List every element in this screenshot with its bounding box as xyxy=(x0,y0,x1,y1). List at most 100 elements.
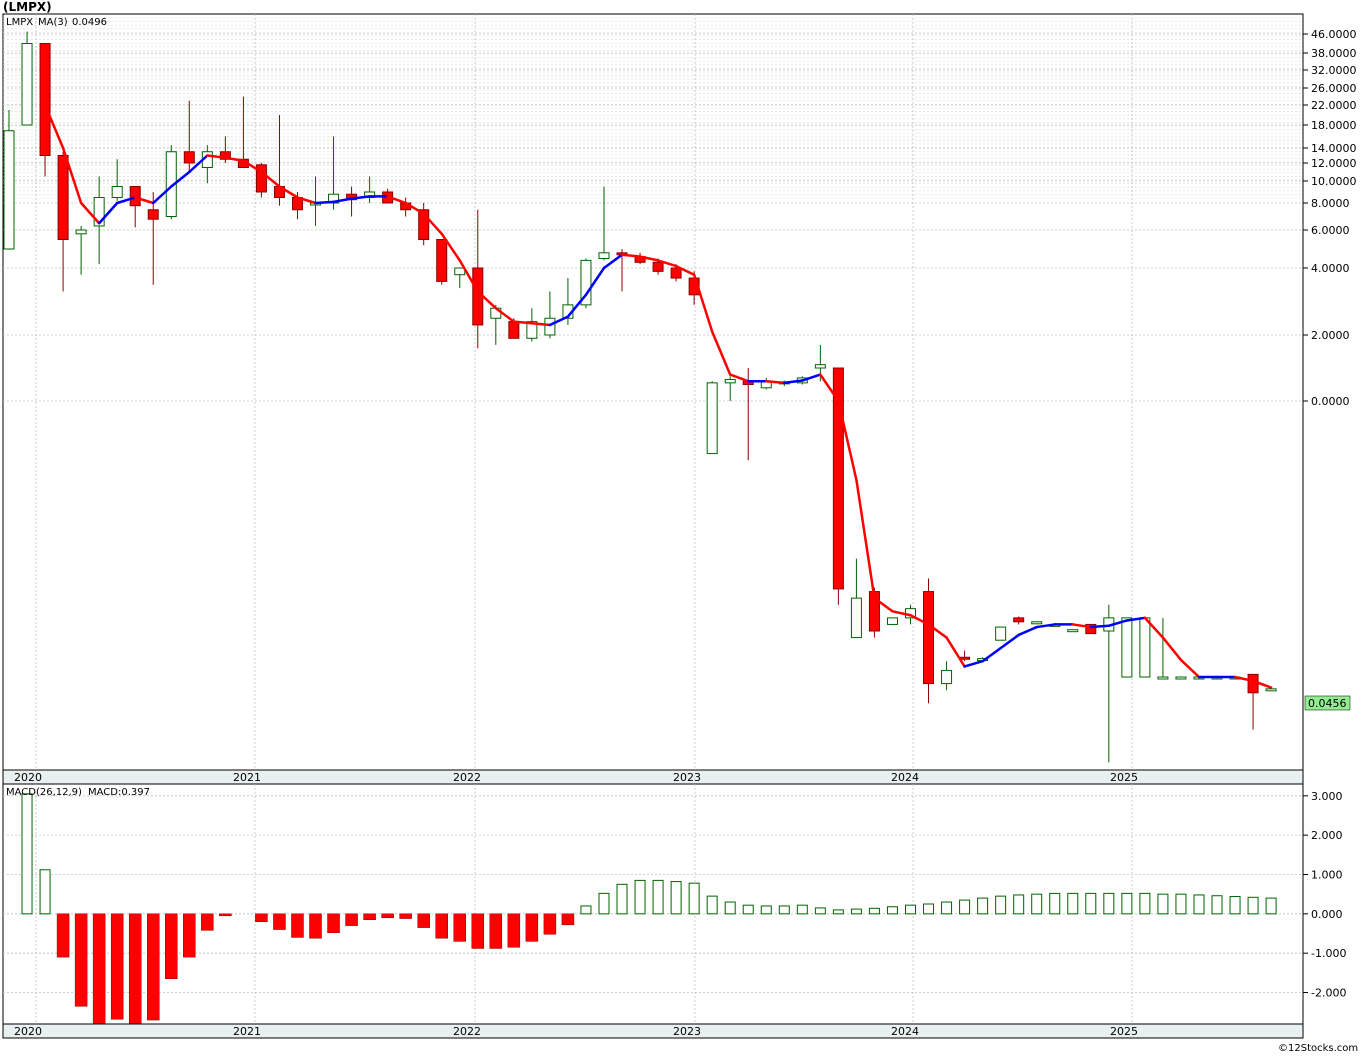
candle-body xyxy=(75,229,87,235)
chart-title: (LMPX) xyxy=(3,0,52,14)
macd-bar xyxy=(1157,893,1169,915)
candle-body xyxy=(508,321,520,339)
macd-bar xyxy=(543,913,557,935)
macd-bar xyxy=(760,905,772,915)
macd-bar xyxy=(616,883,628,915)
price-y-tick-label: 10.0000 xyxy=(1311,175,1357,188)
price-y-tick-label: 26.0000 xyxy=(1311,82,1357,95)
macd-panel: 3.000 2.000 1.000 0.000 -1.000 -2.000 MACD(26… xyxy=(2,783,1346,1039)
macd-bar xyxy=(1175,893,1187,915)
macd-bar xyxy=(110,913,124,1020)
macd-bar xyxy=(165,913,178,980)
macd-bar xyxy=(1247,896,1259,915)
macd-y-tick-label: 2.000 xyxy=(1311,829,1343,842)
macd-bar xyxy=(92,913,106,1026)
macd-bar xyxy=(850,908,862,915)
macd-bar xyxy=(74,913,88,1007)
macd-bar xyxy=(1103,892,1115,915)
price-year-label: 2023 xyxy=(673,771,701,784)
price-y-tick-label: 22.0000 xyxy=(1311,99,1357,112)
candle-body xyxy=(598,252,610,260)
macd-y-tick-label: 0.000 xyxy=(1311,908,1343,921)
macd-bar xyxy=(1067,892,1079,915)
macd-bar xyxy=(1031,893,1043,915)
macd-bar xyxy=(435,913,448,939)
macd-y-tick-label: -1.000 xyxy=(1311,947,1346,960)
macd-bar xyxy=(146,913,160,1021)
stock-chart: (LMPX) 46.0000 38.0000 32.0000 26.0000 22.00… xyxy=(0,0,1360,1056)
candle-body xyxy=(472,267,484,326)
macd-bar xyxy=(796,904,808,915)
candle-body xyxy=(147,209,159,220)
candle-body xyxy=(544,317,556,336)
macd-y-tick-label: 3.000 xyxy=(1311,790,1343,803)
candle-body xyxy=(436,239,448,282)
macd-year-label: 2022 xyxy=(453,1025,481,1038)
macd-bar xyxy=(778,905,790,915)
price-year-label: 2024 xyxy=(891,771,919,784)
macd-bar xyxy=(923,903,935,915)
candle-body xyxy=(1013,617,1025,623)
candle-body xyxy=(111,186,123,198)
ma-segment xyxy=(314,200,335,205)
macd-bar xyxy=(1085,892,1097,915)
price-y-tick-label: 2.0000 xyxy=(1311,329,1350,342)
macd-bar xyxy=(345,913,358,926)
macd-bar xyxy=(219,913,232,917)
price-y-tick-label: 6.0000 xyxy=(1311,224,1350,237)
macd-bar xyxy=(56,913,70,958)
macd-bar xyxy=(489,913,503,949)
macd-bar xyxy=(381,913,394,919)
footer-copyright: ©12Stocks.com xyxy=(1278,1043,1358,1054)
candle-body xyxy=(923,591,935,685)
candle-body xyxy=(1265,688,1277,692)
macd-bar xyxy=(39,869,51,915)
macd-bar xyxy=(291,913,304,938)
macd-bar xyxy=(868,907,880,915)
macd-legend-value: MACD:0.397 xyxy=(88,787,150,798)
last-price-label: 0.0456 xyxy=(1308,697,1347,710)
macd-bar xyxy=(273,913,286,930)
price-y-tick-label: 14.0000 xyxy=(1311,142,1357,155)
candle-body xyxy=(652,261,664,272)
macd-bar xyxy=(941,901,953,915)
macd-bar xyxy=(1139,892,1151,915)
candle-body xyxy=(3,130,15,250)
macd-bar xyxy=(977,897,989,915)
candle-body xyxy=(1031,621,1043,625)
price-y-tick-label: 46.0000 xyxy=(1311,28,1357,41)
macd-bar xyxy=(525,913,539,942)
candle-body xyxy=(706,382,718,455)
macd-bar xyxy=(1121,892,1133,915)
macd-y-tick-label: -2.000 xyxy=(1311,987,1346,1000)
macd-year-label: 2025 xyxy=(1110,1025,1138,1038)
price-y-tick-label: 4.0000 xyxy=(1311,262,1350,275)
macd-bar xyxy=(363,913,376,920)
macd-bar xyxy=(706,895,718,915)
macd-bar xyxy=(327,913,340,933)
macd-bar xyxy=(453,913,466,942)
price-y-tick-label: 8.0000 xyxy=(1311,197,1350,210)
ma-segment xyxy=(530,322,552,327)
macd-bar xyxy=(399,913,412,919)
macd-bar xyxy=(201,913,214,931)
price-year-label: 2021 xyxy=(233,771,261,784)
macd-bar xyxy=(1211,895,1223,915)
macd-bar xyxy=(634,879,646,915)
macd-bar xyxy=(886,906,898,915)
ma-segment xyxy=(1089,624,1111,629)
price-panel: 46.0000 38.0000 32.0000 26.0000 22.0000 18.00… xyxy=(2,13,1357,785)
ma-segment xyxy=(765,379,786,385)
macd-legend-label: MACD(26,12,9) xyxy=(6,787,82,798)
macd-bar xyxy=(905,904,916,915)
candle-body xyxy=(39,43,51,156)
macd-bar xyxy=(1013,894,1025,915)
macd-bar xyxy=(959,899,971,915)
candle-body xyxy=(1157,676,1169,680)
macd-bar xyxy=(21,793,33,915)
price-year-label: 2020 xyxy=(14,771,42,784)
macd-year-label: 2023 xyxy=(673,1025,701,1038)
macd-y-tick-label: 1.000 xyxy=(1311,868,1343,881)
price-year-label: 2025 xyxy=(1110,771,1138,784)
candle-body xyxy=(1175,676,1187,680)
